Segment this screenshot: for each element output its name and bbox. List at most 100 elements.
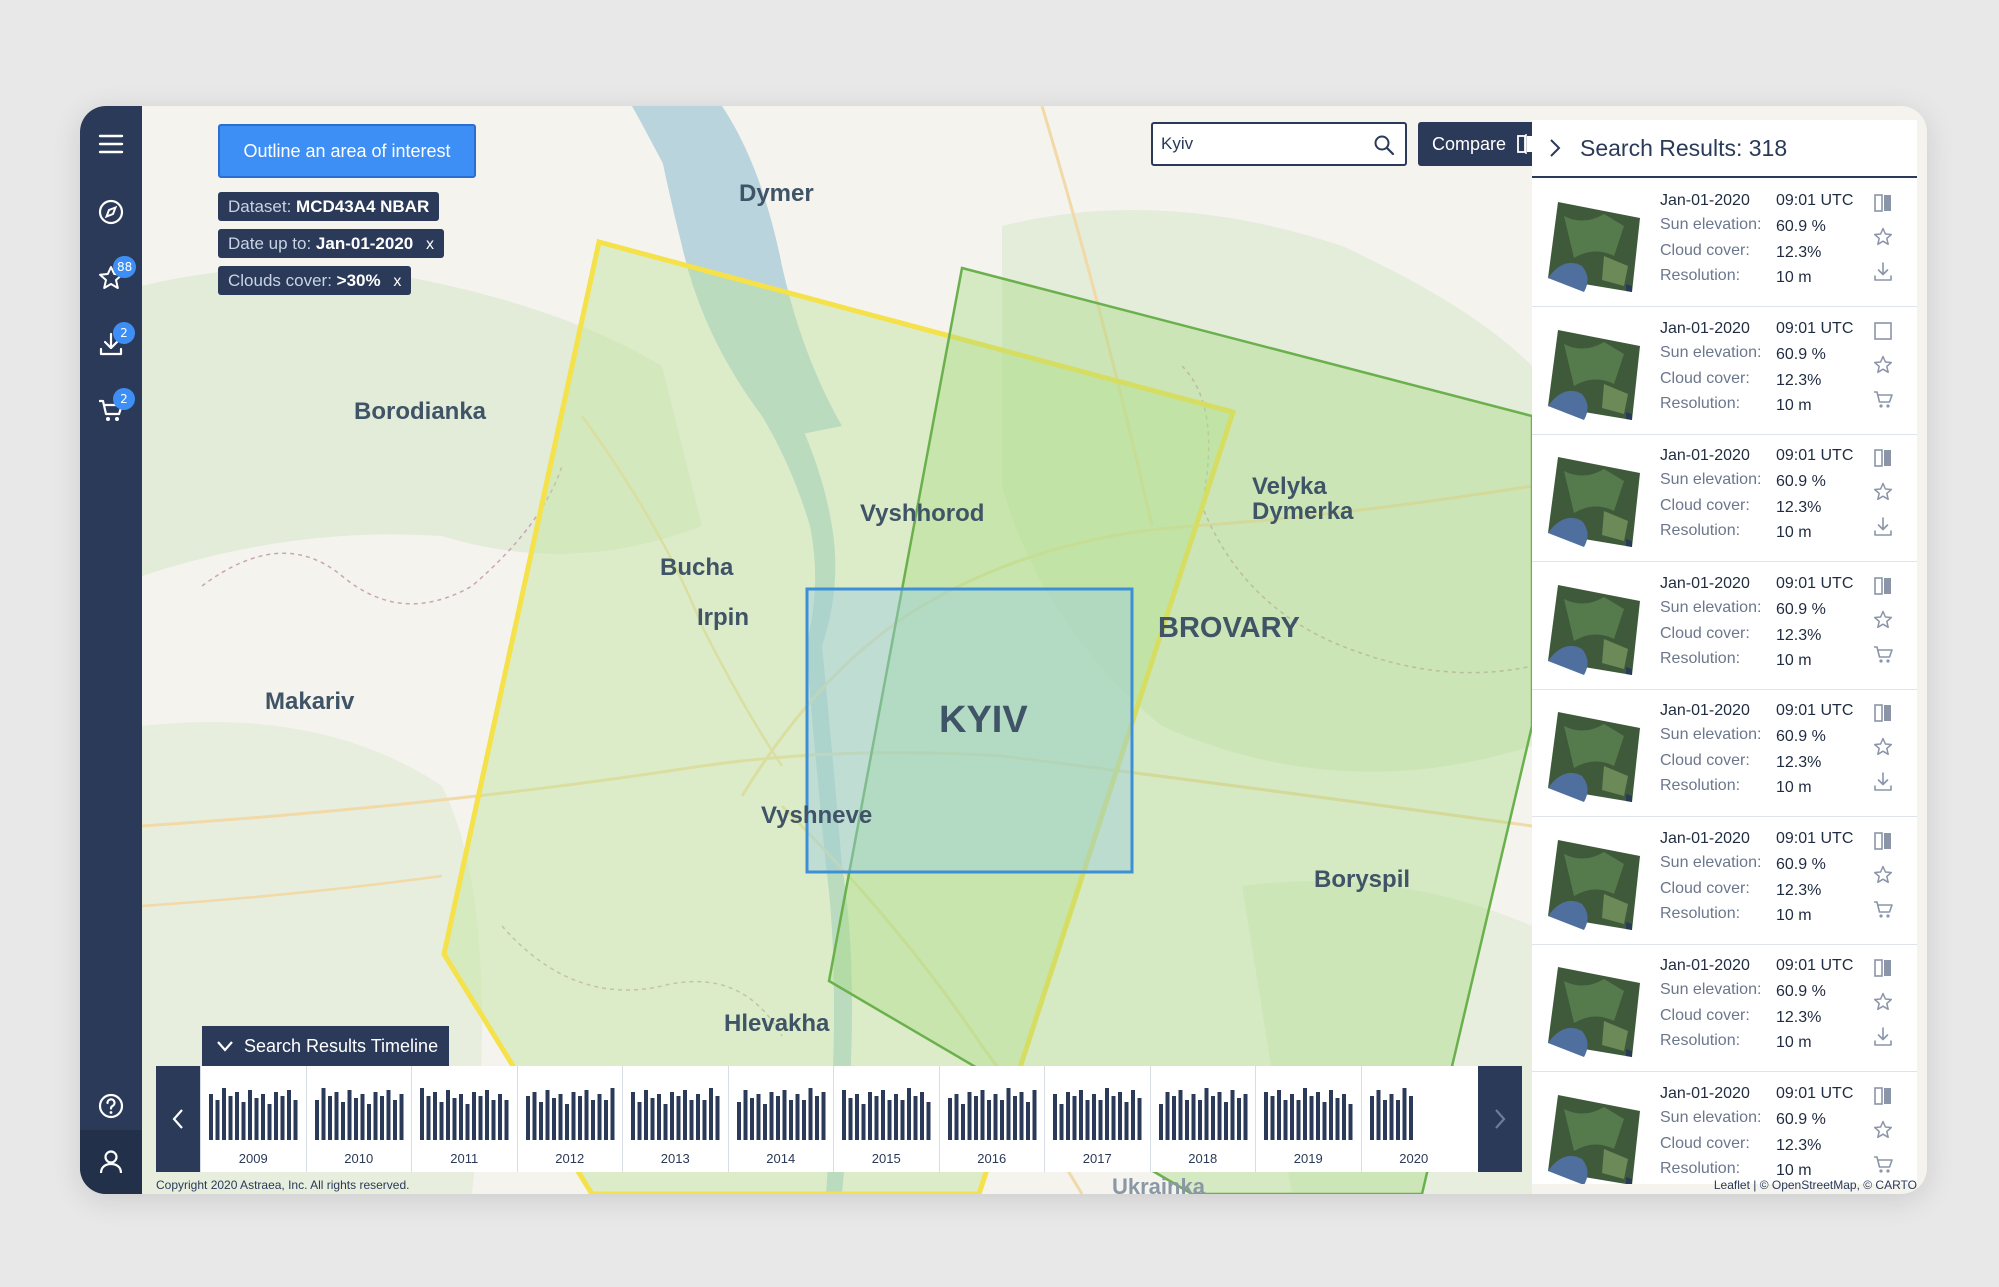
result-card[interactable]: Jan-01-2020 09:01 UTC Sun elevation: 60.9 %… bbox=[1532, 308, 1917, 435]
filter-chip-clouds[interactable]: Clouds cover: >30% x bbox=[218, 266, 412, 295]
search-input[interactable] bbox=[1161, 130, 1361, 158]
cart-icon[interactable] bbox=[1872, 643, 1894, 665]
result-card[interactable]: Jan-01-2020 09:01 UTC Sun elevation: 60.9 %… bbox=[1532, 945, 1917, 1072]
cart-icon[interactable] bbox=[1872, 898, 1894, 920]
result-thumbnail[interactable] bbox=[1544, 324, 1644, 424]
star-icon[interactable] bbox=[1872, 226, 1894, 248]
download-icon[interactable] bbox=[1872, 260, 1894, 282]
star-icon[interactable] bbox=[1872, 481, 1894, 503]
compare-icon[interactable] bbox=[1872, 830, 1894, 852]
cloud-cover-label: Cloud cover: bbox=[1660, 624, 1750, 642]
star-icon[interactable] bbox=[1872, 736, 1894, 758]
location-search[interactable] bbox=[1151, 122, 1407, 166]
timeline-year[interactable]: 2017 bbox=[1044, 1066, 1150, 1172]
result-thumbnail[interactable] bbox=[1544, 196, 1644, 296]
cloud-cover-label: Cloud cover: bbox=[1660, 1134, 1750, 1152]
star-icon[interactable] bbox=[1872, 1119, 1894, 1141]
download-icon[interactable] bbox=[1872, 1025, 1894, 1047]
sidebar: 88 2 2 bbox=[80, 106, 142, 1194]
result-thumbnail[interactable] bbox=[1544, 706, 1644, 806]
timeline-bar bbox=[392, 1100, 397, 1140]
timeline-bar bbox=[446, 1090, 450, 1140]
remove-filter-icon[interactable]: x bbox=[393, 273, 401, 290]
checkbox-icon[interactable] bbox=[1872, 320, 1894, 342]
timeline-year[interactable]: 2013 bbox=[622, 1066, 728, 1172]
compare-icon[interactable] bbox=[1872, 1085, 1894, 1107]
timeline-year[interactable]: 2020 bbox=[1360, 1066, 1467, 1172]
result-card[interactable]: Jan-01-2020 09:01 UTC Sun elevation: 60.9 %… bbox=[1532, 818, 1917, 945]
cart-icon[interactable] bbox=[1872, 1153, 1894, 1175]
timeline-bar bbox=[1191, 1094, 1195, 1140]
compare-icon[interactable] bbox=[1872, 957, 1894, 979]
timeline-year[interactable]: 2015 bbox=[833, 1066, 939, 1172]
search-icon[interactable] bbox=[1373, 134, 1395, 156]
timeline-years[interactable]: 2009 2010 2011 2012 2013 2014 2015 2016 2017 2018… bbox=[200, 1066, 1478, 1172]
map[interactable]: Dymer Borodianka Vyshhorod Velyka Dymerk… bbox=[142, 106, 1602, 1194]
result-card[interactable]: Jan-01-2020 09:01 UTC Sun elevation: 60.9 %… bbox=[1532, 690, 1917, 817]
timeline-bar bbox=[1178, 1090, 1182, 1140]
timeline-bar bbox=[1402, 1088, 1406, 1140]
cart-badge: 2 bbox=[113, 388, 135, 410]
result-thumbnail[interactable] bbox=[1544, 961, 1644, 1061]
timeline-year[interactable]: 2018 bbox=[1149, 1066, 1256, 1172]
download-icon[interactable] bbox=[1872, 770, 1894, 792]
sun-elevation-label: Sun elevation: bbox=[1660, 216, 1762, 233]
timeline-year-label: 2015 bbox=[871, 1151, 901, 1166]
cloud-cover-value: 12.3% bbox=[1776, 1009, 1822, 1026]
downloads-button[interactable]: 2 bbox=[80, 316, 142, 372]
timeline-bar bbox=[590, 1100, 595, 1140]
timeline-year[interactable]: 2010 bbox=[305, 1066, 412, 1172]
timeline-bar bbox=[900, 1100, 905, 1140]
filter-value: Jan-01-2020 bbox=[315, 234, 414, 253]
help-button[interactable] bbox=[80, 1078, 142, 1134]
star-icon[interactable] bbox=[1872, 864, 1894, 886]
result-card[interactable]: Jan-01-2020 09:01 UTC Sun elevation: 60.9 %… bbox=[1532, 1073, 1917, 1185]
timeline-year[interactable]: 2014 bbox=[727, 1066, 834, 1172]
result-thumbnail[interactable] bbox=[1544, 451, 1644, 551]
sun-elevation-value: 60.9 % bbox=[1776, 728, 1826, 745]
compare-button[interactable]: Compare bbox=[1418, 122, 1550, 166]
result-thumbnail[interactable] bbox=[1544, 579, 1644, 679]
user-button[interactable] bbox=[80, 1130, 142, 1194]
timeline-year-label: 2010 bbox=[344, 1151, 374, 1166]
download-icon[interactable] bbox=[1872, 515, 1894, 537]
timeline-year[interactable]: 2016 bbox=[938, 1066, 1045, 1172]
result-card[interactable]: Jan-01-2020 09:01 UTC Sun elevation: 60.9 %… bbox=[1532, 563, 1917, 690]
result-card[interactable]: Jan-01-2020 09:01 UTC Sun elevation: 60.9 %… bbox=[1532, 435, 1917, 562]
result-thumbnail[interactable] bbox=[1544, 834, 1644, 934]
chevron-right-icon[interactable] bbox=[1548, 137, 1562, 159]
timeline-prev-button[interactable] bbox=[156, 1066, 200, 1172]
star-icon[interactable] bbox=[1872, 609, 1894, 631]
compare-icon[interactable] bbox=[1872, 575, 1894, 597]
timeline-bar bbox=[980, 1090, 984, 1140]
star-icon[interactable] bbox=[1872, 991, 1894, 1013]
timeline-bars bbox=[736, 1088, 825, 1140]
timeline-bar bbox=[1277, 1090, 1281, 1140]
result-date: Jan-01-2020 bbox=[1660, 192, 1750, 209]
result-card[interactable]: Jan-01-2020 09:01 UTC Sun elevation: 60.9 %… bbox=[1532, 180, 1917, 307]
filter-chip-date[interactable]: Date up to: Jan-01-2020 x bbox=[218, 229, 444, 258]
timeline-next-button[interactable] bbox=[1478, 1066, 1522, 1172]
compare-icon[interactable] bbox=[1872, 702, 1894, 724]
cart-icon[interactable] bbox=[1872, 388, 1894, 410]
filter-chip-dataset[interactable]: Dataset: MCD43A4 NBAR bbox=[218, 192, 440, 221]
star-icon[interactable] bbox=[1872, 354, 1894, 376]
compare-icon[interactable] bbox=[1872, 447, 1894, 469]
timeline-year[interactable]: 2009 bbox=[200, 1066, 306, 1172]
timeline-year[interactable]: 2019 bbox=[1255, 1066, 1361, 1172]
timeline-year[interactable]: 2011 bbox=[411, 1066, 517, 1172]
remove-filter-icon[interactable]: x bbox=[426, 236, 434, 253]
outline-aoi-button[interactable]: Outline an area of interest bbox=[218, 124, 476, 178]
compare-icon[interactable] bbox=[1872, 192, 1894, 214]
cart-button[interactable]: 2 bbox=[80, 382, 142, 438]
map-attribution[interactable]: Leaflet | © OpenStreetMap, © CARTO bbox=[1714, 1178, 1917, 1192]
timeline-toggle[interactable]: Search Results Timeline bbox=[202, 1026, 449, 1066]
timeline-bar bbox=[353, 1098, 358, 1140]
favorites-button[interactable]: 88 bbox=[80, 250, 142, 306]
menu-button[interactable] bbox=[80, 116, 142, 172]
timeline-year[interactable]: 2012 bbox=[516, 1066, 623, 1172]
result-thumbnail[interactable] bbox=[1544, 1089, 1644, 1185]
explore-button[interactable] bbox=[80, 184, 142, 240]
timeline-bar bbox=[386, 1090, 390, 1140]
timeline-bar bbox=[1342, 1094, 1346, 1140]
